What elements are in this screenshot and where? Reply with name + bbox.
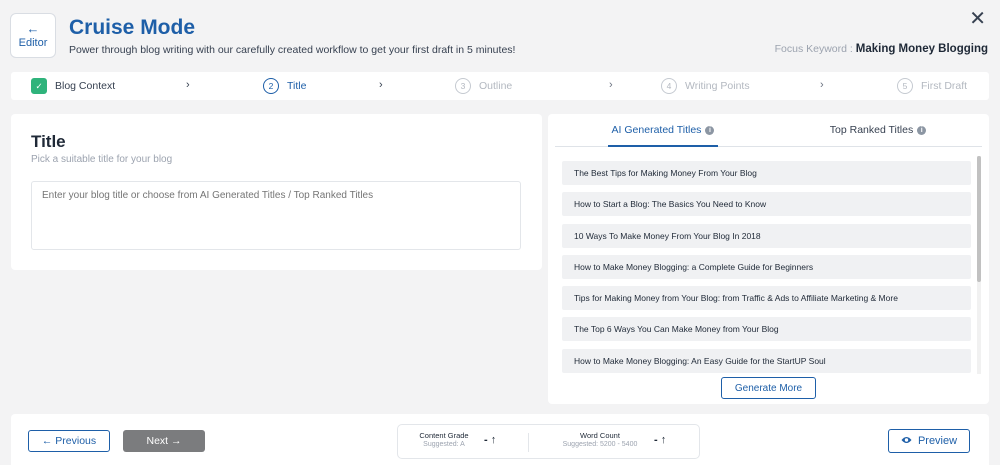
content-grade-label: Content Grade — [419, 431, 469, 440]
tab-top-ranked-titles[interactable]: Top Ranked Titles i — [823, 114, 933, 146]
title-suggestion-list: The Best Tips for Making Money From Your… — [562, 161, 971, 374]
content-grade-suggested: Suggested: A — [423, 441, 465, 448]
info-icon[interactable]: i — [705, 125, 715, 135]
active-tab-indicator — [608, 145, 718, 147]
chevron-right-icon: › — [186, 79, 190, 91]
tab-label: Top Ranked Titles — [829, 124, 914, 136]
tab-label: AI Generated Titles — [611, 124, 702, 136]
metrics-panel: Content Grade Suggested: A - ↑ Word Coun… — [397, 424, 700, 459]
editor-back-button[interactable]: ← Editor — [10, 13, 56, 58]
word-count-suggested: Suggested: 5200 - 5400 — [562, 441, 638, 448]
content-grade: Content Grade Suggested: A — [408, 431, 480, 448]
next-button[interactable]: Next → — [123, 430, 205, 452]
tab-ai-generated-titles[interactable]: AI Generated Titles i — [608, 114, 718, 146]
step-first-draft[interactable]: 5 First Draft — [897, 72, 967, 100]
step-number: 2 — [263, 78, 279, 94]
focus-keyword-value: Making Money Blogging — [855, 43, 988, 55]
step-label: Blog Context — [55, 80, 116, 92]
title-suggestion[interactable]: How to Start a Blog: The Basics You Need… — [562, 192, 971, 217]
page-subtitle: Power through blog writing with our care… — [69, 44, 516, 56]
page-title: Cruise Mode — [69, 16, 196, 39]
step-outline[interactable]: 3 Outline — [455, 72, 512, 100]
eye-icon — [901, 435, 912, 447]
word-count: Word Count Suggested: 5200 - 5400 — [550, 431, 650, 448]
title-suggestion[interactable]: The Best Tips for Making Money From Your… — [562, 161, 971, 185]
title-suggestion[interactable]: Tips for Making Money from Your Blog: fr… — [562, 286, 971, 311]
step-label: Writing Points — [685, 80, 750, 92]
blog-title-input[interactable] — [31, 181, 521, 250]
title-suggestion[interactable]: How to Make Money Blogging: a Complete G… — [562, 254, 971, 279]
step-label: Outline — [479, 80, 513, 92]
check-icon: ✓ — [31, 78, 47, 94]
title-hint: Pick a suitable title for your blog — [31, 154, 173, 165]
editor-label: Editor — [18, 37, 48, 49]
focus-keyword-label: Focus Keyword : — [774, 43, 856, 55]
title-heading: Title — [31, 132, 66, 151]
generate-more-button[interactable]: Generate More — [721, 377, 816, 399]
scrollbar-thumb[interactable] — [977, 156, 981, 282]
preview-label: Preview — [917, 435, 958, 447]
title-suggestion[interactable]: How to Make Money Blogging: An Easy Guid… — [562, 348, 971, 373]
word-count-value: - ↑ — [654, 434, 667, 446]
title-suggestion[interactable]: The Top 6 Ways You Can Make Money from Y… — [562, 317, 971, 342]
step-label: First Draft — [921, 80, 968, 92]
step-number: 5 — [897, 78, 913, 94]
close-icon[interactable]: ✕ — [969, 6, 986, 31]
step-title[interactable]: 2 Title — [263, 72, 306, 100]
preview-button[interactable]: Preview — [888, 429, 970, 453]
header: ← Editor Cruise Mode Power through blog … — [0, 0, 1000, 68]
title-suggestion[interactable]: 10 Ways To Make Money From Your Blog In … — [562, 223, 971, 248]
progress-stepper: ✓ Blog Context › 2 Title › 3 Outline › 4… — [11, 72, 989, 100]
focus-keyword: Focus Keyword : Making Money Blogging — [775, 43, 988, 55]
title-card: Title Pick a suitable title for your blo… — [11, 114, 542, 270]
chevron-right-icon: › — [609, 79, 613, 91]
title-suggestions-panel: AI Generated Titles i Top Ranked Titles … — [548, 114, 989, 404]
step-blog-context[interactable]: ✓ Blog Context — [31, 72, 115, 100]
step-label: Title — [287, 80, 307, 92]
info-icon[interactable]: i — [917, 125, 927, 135]
chevron-right-icon: › — [379, 79, 383, 91]
word-count-label: Word Count — [580, 431, 620, 440]
chevron-right-icon: › — [820, 79, 824, 91]
step-number: 4 — [661, 78, 677, 94]
metrics-divider — [528, 433, 529, 452]
step-number: 3 — [455, 78, 471, 94]
content-grade-value: - ↑ — [484, 434, 497, 446]
previous-button[interactable]: ← Previous — [28, 430, 110, 452]
back-arrow-icon: ← — [26, 21, 40, 36]
footer-bar: ← Previous Next → Content Grade Suggeste… — [11, 414, 989, 465]
step-writing-points[interactable]: 4 Writing Points — [661, 72, 750, 100]
